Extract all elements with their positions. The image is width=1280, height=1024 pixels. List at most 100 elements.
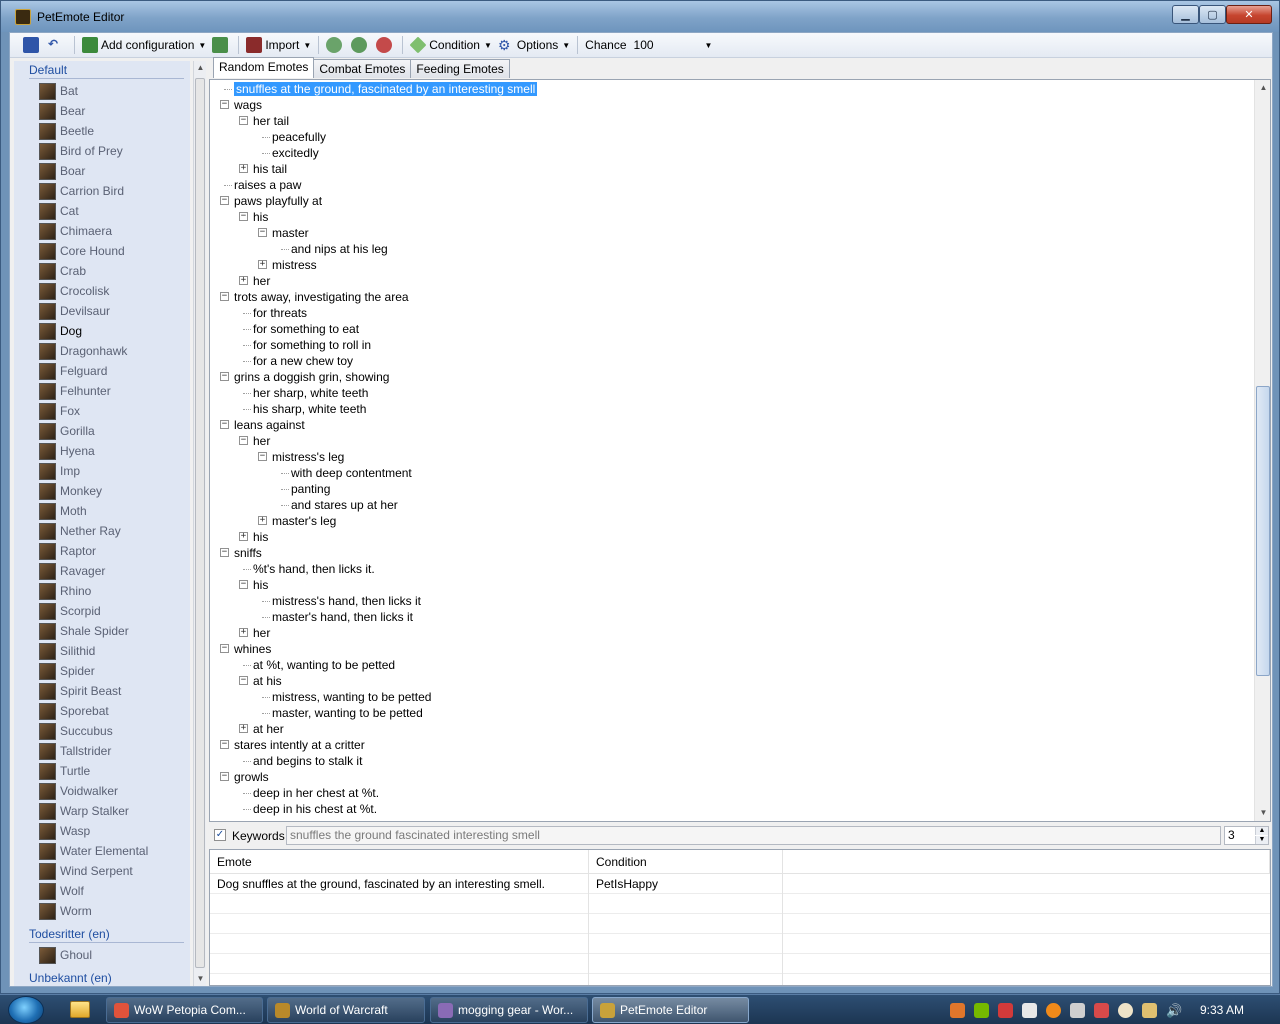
collapse-icon[interactable]: − (220, 644, 229, 653)
sidebar-item[interactable]: Ghoul (14, 945, 190, 965)
scroll-up-icon[interactable]: ▲ (1256, 81, 1270, 95)
sidebar-item[interactable]: Voidwalker (14, 781, 190, 801)
tree-node[interactable]: mistress's leg (272, 449, 344, 465)
volume-icon[interactable]: 🔊 (1166, 1003, 1182, 1018)
sidebar-item[interactable]: Succubus (14, 721, 190, 741)
keywords-input[interactable]: snuffles the ground fascinated interesti… (286, 826, 1221, 845)
emote-tree[interactable]: snuffles at the ground, fascinated by an… (209, 79, 1271, 822)
sidebar-item[interactable]: Scorpid (14, 601, 190, 621)
chance-combobox[interactable]: 100 (631, 36, 701, 54)
collapse-icon[interactable]: − (239, 116, 248, 125)
java-icon[interactable] (950, 1002, 965, 1018)
tree-node[interactable]: his (253, 209, 268, 225)
tab[interactable]: Feeding Emotes (410, 59, 510, 78)
collapse-icon[interactable]: − (239, 212, 248, 221)
tree-node[interactable]: excitedly (272, 145, 319, 161)
sidebar-item[interactable]: Spirit Beast (14, 681, 190, 701)
tree-node[interactable]: master (272, 225, 309, 241)
tree-node[interactable]: master, wanting to be petted (272, 705, 423, 721)
sidebar-item[interactable]: Worm (14, 901, 190, 921)
tree-node[interactable]: master's hand, then licks it (272, 609, 413, 625)
add-configuration-button[interactable]: Add configuration ▼ (79, 34, 209, 56)
tree-node[interactable]: paws playfully at (234, 193, 322, 209)
group-header[interactable]: Default (14, 61, 190, 79)
tab[interactable]: Combat Emotes (313, 59, 412, 78)
collapse-icon[interactable]: − (220, 196, 229, 205)
tree-node[interactable]: mistress's hand, then licks it (272, 593, 421, 609)
collapse-icon[interactable]: − (220, 372, 229, 381)
tree-node[interactable]: growls (234, 769, 269, 785)
sidebar-item[interactable]: Turtle (14, 761, 190, 781)
tree-node[interactable]: peacefully (272, 129, 326, 145)
sidebar-item[interactable]: Dog (14, 321, 190, 341)
sidebar-item[interactable]: Silithid (14, 641, 190, 661)
tree-node[interactable]: master's leg (272, 513, 336, 529)
group-header[interactable]: Unbekannt (en) (14, 969, 190, 986)
expand-icon[interactable]: + (258, 260, 267, 269)
tree-node[interactable]: deep in his chest at %t. (253, 801, 377, 817)
sidebar-item[interactable]: Shale Spider (14, 621, 190, 641)
group-header[interactable]: Todesritter (en) (14, 925, 190, 943)
tree-node[interactable]: his tail (253, 161, 287, 177)
tree-node[interactable]: with deep contentment (291, 465, 412, 481)
tree-node[interactable]: raises a paw (234, 177, 301, 193)
tree-node[interactable]: mistress, wanting to be petted (272, 689, 431, 705)
sidebar-item[interactable]: Bird of Prey (14, 141, 190, 161)
tree-node[interactable]: for threats (253, 305, 307, 321)
expand-icon[interactable]: + (239, 532, 248, 541)
tree-node[interactable]: her (253, 625, 270, 641)
sidebar-item[interactable]: Boar (14, 161, 190, 181)
sidebar-item[interactable]: Warp Stalker (14, 801, 190, 821)
delete-emote-button[interactable] (373, 34, 398, 56)
close-button[interactable]: ✕ (1226, 5, 1272, 24)
column-header-emote[interactable]: Emote (210, 850, 589, 874)
sidebar-item[interactable]: Crab (14, 261, 190, 281)
chevron-down-icon[interactable]: ▼ (705, 41, 713, 50)
taskbar-button[interactable]: World of Warcraft (267, 997, 425, 1023)
chevron-up-icon[interactable]: ▲ (1255, 827, 1268, 835)
sidebar-item[interactable]: Wasp (14, 821, 190, 841)
sidebar-item[interactable]: Sporebat (14, 701, 190, 721)
minimize-button[interactable]: ▁ (1172, 5, 1199, 24)
tree-node[interactable]: sniffs (234, 545, 262, 561)
expand-icon[interactable]: + (239, 276, 248, 285)
tree-node[interactable]: his (253, 529, 268, 545)
update-icon[interactable] (1046, 1002, 1061, 1018)
keywords-checkbox[interactable]: ✓ (214, 829, 226, 841)
expand-icon[interactable]: + (239, 724, 248, 733)
keywords-count-stepper[interactable]: 3 ▲ ▼ (1224, 826, 1269, 845)
tree-node[interactable]: whines (234, 641, 271, 657)
sidebar-item[interactable]: Moth (14, 501, 190, 521)
sidebar-scrollbar[interactable]: ▲ ▼ (193, 61, 206, 986)
sidebar-item[interactable]: Dragonhawk (14, 341, 190, 361)
tree-node[interactable]: at his (253, 673, 282, 689)
tree-node[interactable]: at her (253, 721, 284, 737)
tree-node[interactable]: deep in her chest at %t. (253, 785, 379, 801)
scroll-down-icon[interactable]: ▼ (194, 972, 207, 986)
collapse-icon[interactable]: − (239, 436, 248, 445)
table-row[interactable]: Dog snuffles at the ground, fascinated b… (210, 874, 1270, 894)
sidebar-item[interactable]: Bat (14, 81, 190, 101)
flag-icon[interactable] (1094, 1002, 1109, 1018)
tree-node[interactable]: and nips at his leg (291, 241, 388, 257)
clock[interactable]: 9:33 AM (1200, 1003, 1244, 1017)
sidebar-item[interactable]: Water Elemental (14, 841, 190, 861)
table-row[interactable] (210, 974, 1270, 985)
taskbar-button[interactable]: WoW Petopia Com... (106, 997, 263, 1023)
tree-node[interactable]: his sharp, white teeth (253, 401, 366, 417)
sidebar-item[interactable]: Devilsaur (14, 301, 190, 321)
table-row[interactable] (210, 914, 1270, 934)
table-row[interactable] (210, 934, 1270, 954)
folder-icon[interactable] (70, 1001, 90, 1018)
tree-node[interactable]: grins a doggish grin, showing (234, 369, 389, 385)
sidebar-item[interactable]: Crocolisk (14, 281, 190, 301)
collapse-icon[interactable]: − (258, 228, 267, 237)
edit-configuration-button[interactable] (209, 34, 234, 56)
add-emote-button[interactable] (323, 34, 348, 56)
save-button[interactable] (20, 34, 45, 56)
expand-icon[interactable]: + (258, 516, 267, 525)
power-icon[interactable] (1070, 1002, 1085, 1018)
tree-node[interactable]: for something to roll in (253, 337, 371, 353)
scroll-down-icon[interactable]: ▼ (1256, 806, 1270, 820)
tree-node[interactable]: wags (234, 97, 262, 113)
